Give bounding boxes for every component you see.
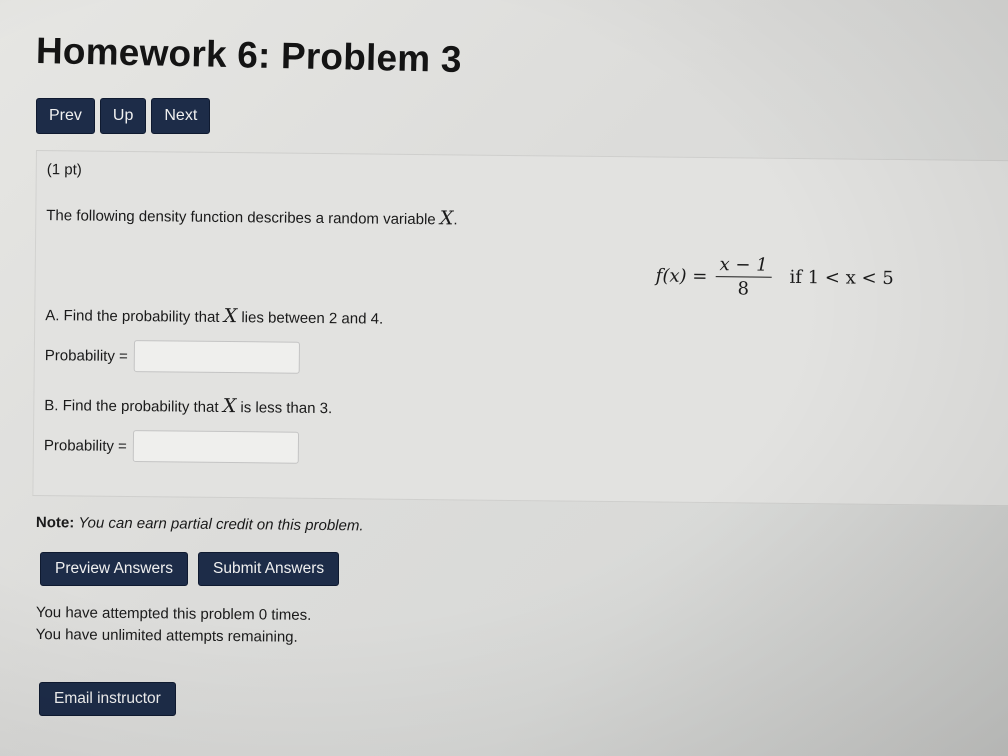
email-area: Email instructor xyxy=(39,682,176,716)
statement-period: . xyxy=(453,211,458,229)
part-a-answer-row: Probability = xyxy=(45,339,300,374)
partial-credit-note: Note: You can earn partial credit on thi… xyxy=(36,514,364,534)
part-b-variable: X xyxy=(222,394,237,418)
part-b-answer-row: Probability = xyxy=(43,429,300,464)
formula-denominator: 8 xyxy=(737,278,750,300)
density-formula: f(x) = x − 1 8 if 1 < x < 5 xyxy=(655,253,894,300)
part-a-answer-input[interactable] xyxy=(133,340,300,374)
attempts-info: You have attempted this problem 0 times.… xyxy=(36,602,312,649)
note-text: You can earn partial credit on this prob… xyxy=(78,514,364,535)
part-b-suffix: is less than 3. xyxy=(240,399,333,418)
submit-answers-button[interactable]: Submit Answers xyxy=(198,552,340,586)
part-b-answer-label: Probability = xyxy=(43,436,127,455)
email-instructor-button[interactable]: Email instructor xyxy=(39,682,176,716)
formula-fraction: x − 1 8 xyxy=(715,254,772,300)
part-b-question: B. Find the probability that X is less t… xyxy=(44,393,332,418)
part-b-prefix: B. Find the probability that xyxy=(44,397,219,416)
page-background: Homework 6: Problem 3 Prev Up Next (1 pt… xyxy=(0,0,1008,756)
answer-actions: Preview Answers Submit Answers xyxy=(40,552,340,586)
statement-variable: X xyxy=(439,207,454,230)
part-a-question: A. Find the probability that X lies betw… xyxy=(45,303,383,329)
next-button[interactable]: Next xyxy=(151,98,211,134)
up-button[interactable]: Up xyxy=(99,98,147,134)
formula-lhs: f(x) = xyxy=(655,265,708,288)
statement-text: The following density function describes… xyxy=(46,207,436,229)
note-label: Note: xyxy=(35,514,75,532)
attempts-remaining-text: You have unlimited attempts remaining. xyxy=(35,625,298,646)
preview-answers-button[interactable]: Preview Answers xyxy=(40,552,189,586)
page-title: Homework 6: Problem 3 xyxy=(35,30,463,80)
part-b-answer-input[interactable] xyxy=(132,430,300,464)
problem-panel: (1 pt) The following density function de… xyxy=(32,150,1008,507)
part-a-answer-label: Probability = xyxy=(44,346,128,365)
problem-statement: The following density function describes… xyxy=(46,203,457,229)
part-a-variable: X xyxy=(223,304,238,328)
formula-numerator: x − 1 xyxy=(715,254,772,278)
next-button-label: Next xyxy=(164,107,198,124)
problem-points: (1 pt) xyxy=(46,161,82,179)
problem-nav: Prev Up Next xyxy=(36,98,211,134)
formula-condition: if 1 < x < 5 xyxy=(789,266,894,289)
attempts-count-text: You have attempted this problem 0 times. xyxy=(35,603,312,624)
prev-button[interactable]: Prev xyxy=(36,98,95,134)
part-a-suffix: lies between 2 and 4. xyxy=(241,309,384,328)
part-a-prefix: A. Find the probability that xyxy=(45,307,220,326)
